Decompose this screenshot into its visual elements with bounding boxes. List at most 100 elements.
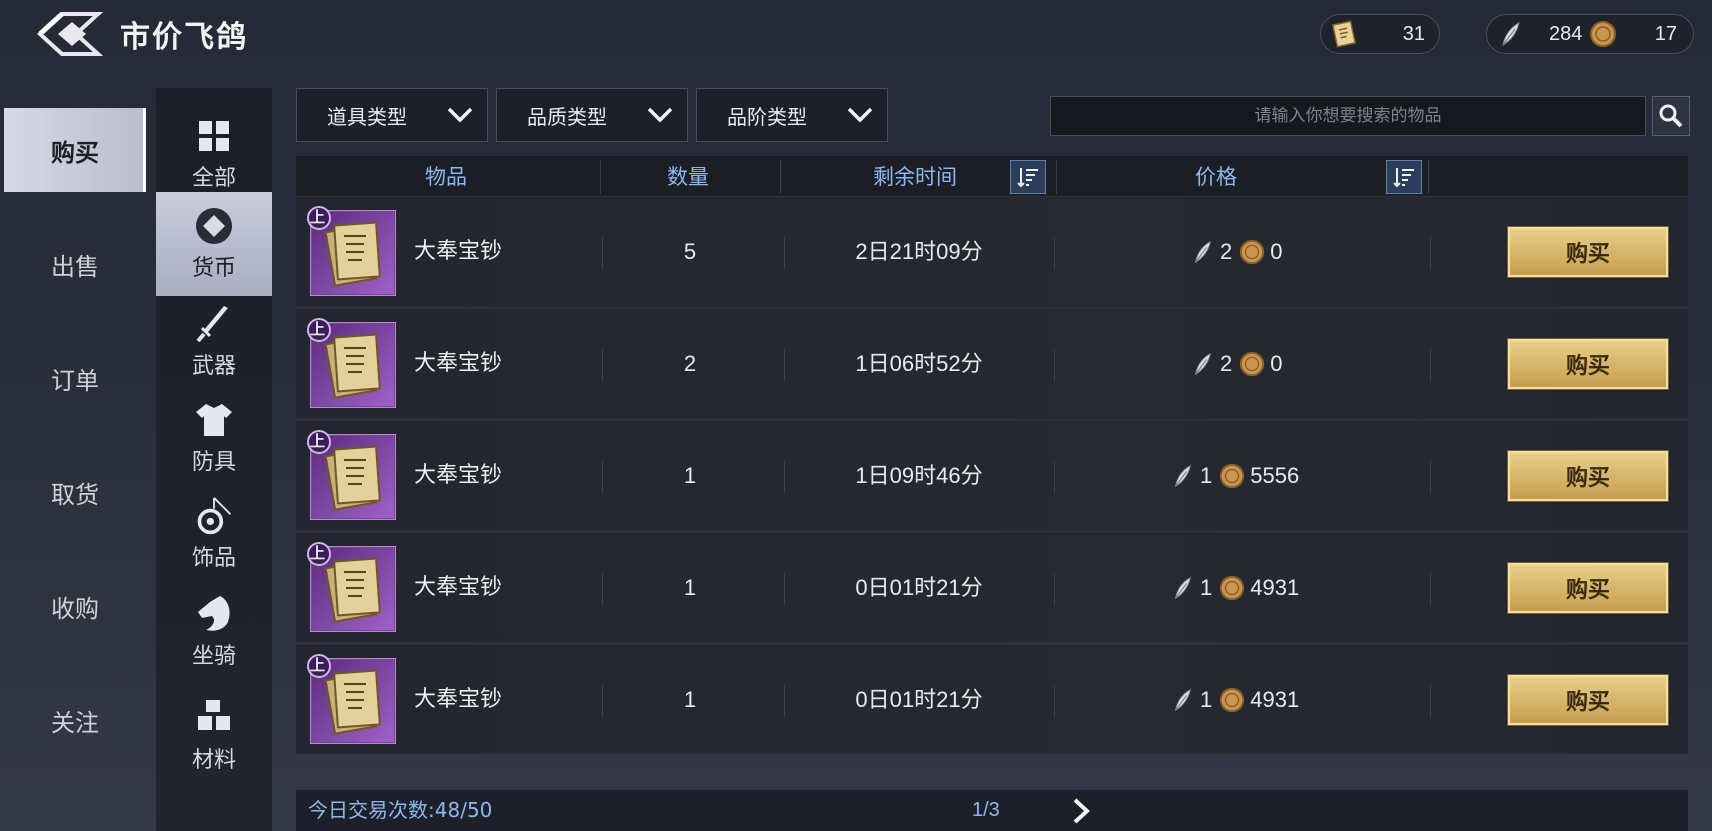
time-left: 1日06时52分 — [855, 351, 983, 376]
price-feather: 1 — [1200, 463, 1213, 488]
dropdown-label: 品质类型 — [527, 104, 607, 129]
category-label: 坐骑 — [191, 644, 236, 669]
horse-icon — [194, 594, 234, 634]
copper-coin-icon — [1220, 463, 1245, 489]
chevron-down-icon — [847, 107, 873, 123]
column-divider — [1430, 461, 1431, 493]
nav-watchlist[interactable]: 关注 — [4, 678, 146, 762]
quality-type-dropdown[interactable]: 品质类型 — [496, 88, 688, 142]
time-left: 2日21时09分 — [855, 239, 983, 264]
price-feather: 1 — [1200, 687, 1213, 712]
grade-badge: 上 — [310, 656, 326, 674]
grade-badge: 上 — [310, 544, 326, 562]
grade-badge: 上 — [310, 320, 326, 338]
table-row: 上 大奉宝钞 5 2日21时09分 2 0 购买 — [296, 196, 1688, 306]
sword-icon — [194, 304, 234, 344]
sort-time-button[interactable] — [1010, 160, 1046, 194]
buy-button[interactable]: 购买 — [1508, 675, 1668, 725]
scroll-icon — [1332, 20, 1356, 48]
column-divider — [1430, 685, 1431, 717]
grade-badge: 上 — [310, 432, 326, 450]
copper-coin-icon — [1220, 575, 1245, 601]
search-icon — [1659, 104, 1683, 128]
category-label: 饰品 — [191, 546, 236, 571]
item-name: 大奉宝钞 — [414, 351, 503, 376]
copper-coin-icon — [1240, 239, 1265, 265]
category-armor[interactable]: 防具 — [156, 386, 272, 490]
category-label: 货币 — [191, 256, 236, 281]
chevron-down-icon — [447, 107, 473, 123]
category-accessory[interactable]: 饰品 — [156, 482, 272, 586]
item-name: 大奉宝钞 — [414, 463, 503, 488]
feather-icon — [1502, 22, 1520, 47]
table-row: 上 大奉宝钞 1 0日01时21分 1 4931 购买 — [296, 532, 1688, 642]
dropdown-label: 品阶类型 — [727, 104, 807, 129]
buy-button[interactable]: 购买 — [1508, 227, 1668, 277]
sort-icon — [1017, 168, 1038, 188]
price-coin: 4931 — [1250, 575, 1300, 600]
table-row: 上 大奉宝钞 2 1日06时52分 2 0 购买 — [296, 308, 1688, 418]
category-material[interactable]: 材料 — [156, 684, 272, 788]
category-column: 全部 货币 武器 防具 饰品 坐骑 材料 — [156, 88, 272, 831]
price-feather: 2 — [1220, 239, 1233, 264]
column-divider — [1430, 349, 1431, 381]
daily-trade-count: 今日交易次数:48/50 — [308, 790, 492, 831]
back-arrow-icon — [37, 12, 104, 56]
item-quantity: 5 — [683, 239, 697, 264]
column-divider — [1430, 237, 1431, 269]
nav-sell[interactable]: 出售 — [4, 222, 146, 306]
item-type-dropdown[interactable]: 道具类型 — [296, 88, 488, 142]
table-row: 上 大奉宝钞 1 0日01时21分 1 4931 购买 — [296, 644, 1688, 754]
currency-wallet: 284 17 — [1486, 14, 1694, 54]
nav-pickup[interactable]: 取货 — [4, 450, 146, 534]
item-quantity: 1 — [683, 575, 697, 600]
feather-icon — [1174, 576, 1192, 600]
buy-button[interactable]: 购买 — [1508, 339, 1668, 389]
item-quantity: 2 — [683, 351, 697, 376]
buy-button[interactable]: 购买 — [1508, 563, 1668, 613]
column-divider — [1054, 461, 1055, 493]
category-mount[interactable]: 坐骑 — [156, 580, 272, 684]
next-page-button[interactable] — [1066, 796, 1096, 826]
copper-coin-icon — [1590, 21, 1617, 47]
scroll-count: 31 — [1402, 22, 1425, 45]
page-indicator: 1/3 — [972, 799, 1000, 821]
tier-type-dropdown[interactable]: 品阶类型 — [696, 88, 888, 142]
item-name: 大奉宝钞 — [414, 687, 503, 712]
table-header: 物品 数量 剩余时间 价格 — [296, 156, 1688, 198]
category-weapon[interactable]: 武器 — [156, 290, 272, 394]
currency-icon — [194, 206, 234, 246]
search-input[interactable] — [1050, 96, 1646, 136]
nav-acquire[interactable]: 收购 — [4, 564, 146, 648]
chevron-down-icon — [647, 107, 673, 123]
dropdown-label: 道具类型 — [327, 104, 407, 129]
feather-icon — [1194, 352, 1212, 376]
nav-orders[interactable]: 订单 — [4, 336, 146, 420]
price-coin: 5556 — [1250, 463, 1300, 488]
price-feather: 2 — [1220, 351, 1233, 376]
header-quantity: 数量 — [667, 165, 709, 189]
nav-buy[interactable]: 购买 — [4, 108, 146, 192]
category-label: 武器 — [191, 354, 236, 379]
sort-price-button[interactable] — [1386, 160, 1422, 194]
feather-icon — [1194, 240, 1212, 264]
table-row: 上 大奉宝钞 1 1日09时46分 1 5556 购买 — [296, 420, 1688, 530]
header-price: 价格 — [1195, 165, 1237, 189]
robe-icon — [194, 400, 234, 440]
category-label: 防具 — [191, 450, 236, 475]
item-name: 大奉宝钞 — [414, 575, 503, 600]
category-all[interactable]: 全部 — [156, 102, 272, 206]
column-divider — [1430, 573, 1431, 605]
table-footer: 今日交易次数:48/50 1/3 — [296, 790, 1688, 831]
back-button[interactable] — [36, 8, 108, 60]
search-button[interactable] — [1652, 96, 1690, 136]
feather-icon — [1174, 688, 1192, 712]
category-currency[interactable]: 货币 — [156, 192, 272, 296]
column-divider — [1054, 685, 1055, 717]
market-screen: 市价飞鸽 31 284 17 购买 出售 订单 取货 收购 关注 全部 货币 武… — [0, 0, 1712, 831]
item-name: 大奉宝钞 — [414, 239, 503, 264]
pendant-icon — [194, 496, 234, 536]
buy-button[interactable]: 购买 — [1508, 451, 1668, 501]
header-divider — [1428, 160, 1429, 194]
item-price: 2 0 — [1188, 309, 1283, 419]
